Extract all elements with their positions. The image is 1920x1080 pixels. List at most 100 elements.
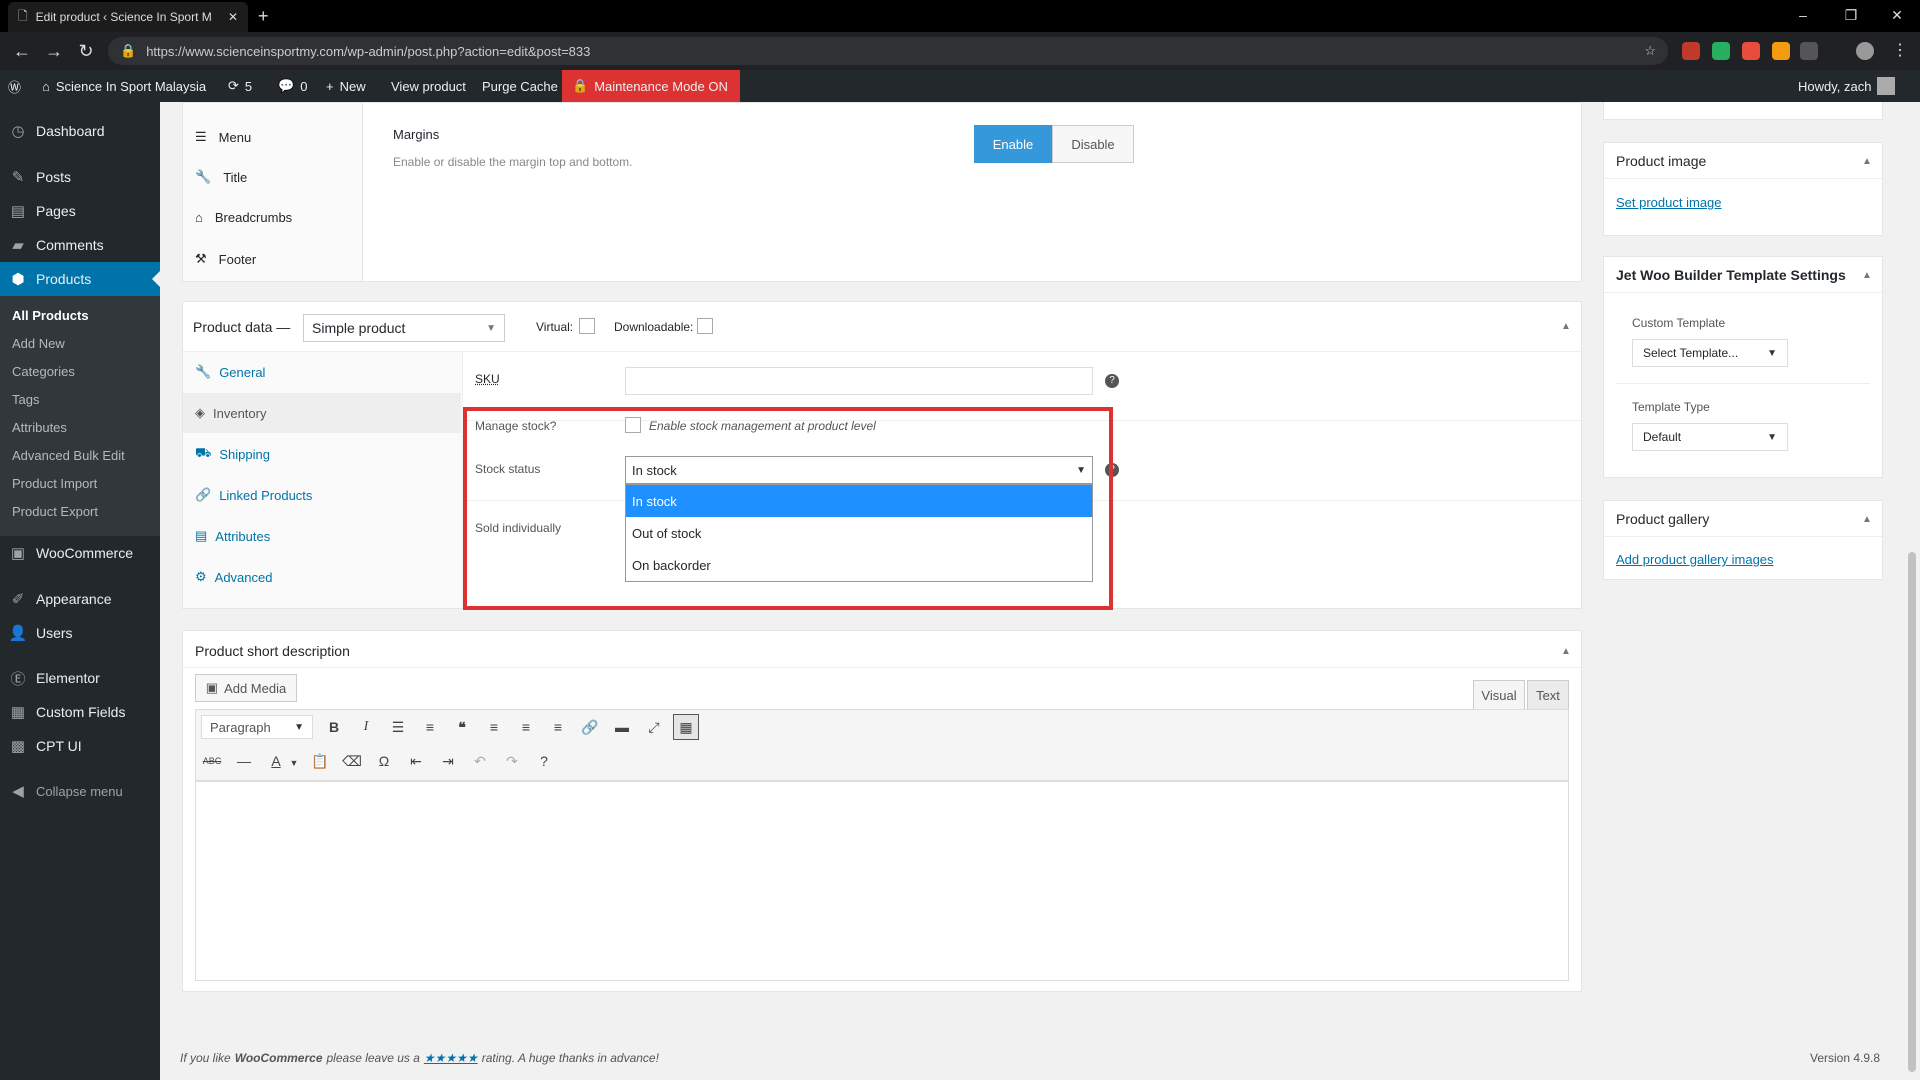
view-product-link[interactable]: View product xyxy=(391,70,466,102)
enable-button[interactable]: Enable xyxy=(974,125,1052,163)
tab-linked-products[interactable]: 🔗 Linked Products xyxy=(183,475,461,515)
collapse-toggle-icon[interactable]: ▲ xyxy=(1561,646,1571,657)
close-tab-icon[interactable]: ✕ xyxy=(228,10,238,24)
browser-tab[interactable]: 🗋 Edit product ‹ Science In Sport M ✕ xyxy=(8,2,248,32)
collapse-toggle-icon[interactable]: ▲ xyxy=(1862,514,1872,525)
virtual-checkbox[interactable] xyxy=(579,318,595,334)
format-select[interactable]: Paragraph ▼ xyxy=(201,715,313,739)
outdent-icon[interactable]: ⇤ xyxy=(403,748,429,774)
collapse-menu[interactable]: ◀ Collapse menu xyxy=(0,774,160,808)
toolbar-toggle-icon[interactable]: ▦ xyxy=(673,714,699,740)
italic-icon[interactable]: I xyxy=(353,714,379,740)
menu-appearance[interactable]: ✐ Appearance xyxy=(0,582,160,616)
align-center-icon[interactable]: ≡ xyxy=(513,714,539,740)
text-tab[interactable]: Text xyxy=(1527,680,1569,710)
submenu-tags[interactable]: Tags xyxy=(12,392,39,407)
submenu-attributes[interactable]: Attributes xyxy=(12,420,67,435)
add-gallery-images-link[interactable]: Add product gallery images xyxy=(1616,552,1774,567)
forward-icon[interactable]: → xyxy=(38,35,70,67)
align-left-icon[interactable]: ≡ xyxy=(481,714,507,740)
align-right-icon[interactable]: ≡ xyxy=(545,714,571,740)
editor-content-area[interactable] xyxy=(195,781,1569,981)
tab-general[interactable]: 🔧 General xyxy=(183,352,461,392)
blockquote-icon[interactable]: ❝ xyxy=(449,714,475,740)
menu-elementor[interactable]: Ⓔ Elementor xyxy=(0,661,160,695)
settings-nav-breadcrumbs[interactable]: ⌂ Breadcrumbs xyxy=(195,210,292,225)
submenu-product-export[interactable]: Product Export xyxy=(12,504,98,519)
clear-formatting-icon[interactable]: ⌫ xyxy=(339,748,365,774)
collapse-toggle-icon[interactable]: ▲ xyxy=(1862,270,1872,281)
collapse-toggle-icon[interactable]: ▲ xyxy=(1561,321,1571,332)
menu-posts[interactable]: ✎ Posts xyxy=(0,160,160,194)
paste-text-icon[interactable]: 📋 xyxy=(307,748,333,774)
submenu-advanced-bulk-edit[interactable]: Advanced Bulk Edit xyxy=(12,448,125,463)
help-icon[interactable]: ? xyxy=(1105,374,1119,388)
special-character-icon[interactable]: Ω xyxy=(371,748,397,774)
address-bar[interactable]: 🔒 https://www.scienceinsportmy.com/wp-ad… xyxy=(108,37,1668,65)
bullet-list-icon[interactable]: ☰ xyxy=(385,714,411,740)
tab-inventory[interactable]: ◈ Inventory xyxy=(183,393,461,433)
tab-attributes[interactable]: ▤ Attributes xyxy=(183,516,461,556)
bookmark-star-icon[interactable]: ☆ xyxy=(1644,43,1656,59)
visual-tab[interactable]: Visual xyxy=(1473,680,1525,710)
fullscreen-icon[interactable]: ⤢ xyxy=(641,714,667,740)
help-icon[interactable]: ? xyxy=(531,748,557,774)
submenu-all-products[interactable]: All Products xyxy=(12,308,89,323)
browser-menu-icon[interactable]: ⋮ xyxy=(1892,40,1908,60)
rating-stars-link[interactable]: ★★★★★ xyxy=(424,1051,478,1065)
new-content-link[interactable]: + New xyxy=(326,70,366,102)
sku-input[interactable] xyxy=(625,367,1093,395)
indent-icon[interactable]: ⇥ xyxy=(435,748,461,774)
settings-nav-title[interactable]: 🔧 Title xyxy=(195,169,247,185)
menu-products[interactable]: ⬢ Products xyxy=(0,262,160,296)
menu-dashboard[interactable]: ◷ Dashboard xyxy=(0,114,160,148)
extension-icon[interactable] xyxy=(1742,42,1760,60)
tab-advanced[interactable]: ⚙ Advanced xyxy=(183,557,461,597)
bold-icon[interactable]: B xyxy=(321,714,347,740)
redo-icon[interactable]: ↷ xyxy=(499,748,525,774)
collapse-toggle-icon[interactable]: ▲ xyxy=(1862,156,1872,167)
chevron-down-icon[interactable]: ▼ xyxy=(281,750,307,776)
extension-icon[interactable] xyxy=(1712,42,1730,60)
minimize-icon[interactable]: – xyxy=(1780,0,1826,30)
read-more-icon[interactable]: ▬ xyxy=(609,714,635,740)
extension-icon[interactable] xyxy=(1772,42,1790,60)
site-name-link[interactable]: ⌂ Science In Sport Malaysia xyxy=(42,70,206,102)
profile-icon[interactable] xyxy=(1856,42,1874,60)
purge-cache-link[interactable]: Purge Cache xyxy=(482,70,558,102)
submenu-categories[interactable]: Categories xyxy=(12,364,75,379)
scrollbar-track[interactable] xyxy=(1904,102,1920,1080)
restore-icon[interactable]: ❐ xyxy=(1828,0,1874,30)
horizontal-line-icon[interactable]: — xyxy=(231,748,257,774)
template-type-select[interactable]: Default ▼ xyxy=(1632,423,1788,451)
menu-custom-fields[interactable]: ▦ Custom Fields xyxy=(0,695,160,729)
wordpress-logo-icon[interactable]: Ⓦ xyxy=(8,70,21,102)
updates-link[interactable]: ⟳ 5 xyxy=(228,70,252,102)
disable-button[interactable]: Disable xyxy=(1052,125,1134,163)
downloadable-checkbox[interactable] xyxy=(697,318,713,334)
add-media-button[interactable]: ▣ Add Media xyxy=(195,674,297,702)
strikethrough-icon[interactable]: ABC xyxy=(199,748,225,774)
set-product-image-link[interactable]: Set product image xyxy=(1616,195,1722,210)
menu-cpt-ui[interactable]: ▩ CPT UI xyxy=(0,729,160,763)
tab-shipping[interactable]: ⛟ Shipping xyxy=(183,434,461,474)
extension-icon[interactable] xyxy=(1800,42,1818,60)
close-window-icon[interactable]: ✕ xyxy=(1874,0,1920,30)
extension-icon[interactable] xyxy=(1682,42,1700,60)
submenu-product-import[interactable]: Product Import xyxy=(12,476,97,491)
custom-template-select[interactable]: Select Template... ▼ xyxy=(1632,339,1788,367)
menu-users[interactable]: 👤 Users xyxy=(0,616,160,650)
link-icon[interactable]: 🔗 xyxy=(577,714,603,740)
settings-nav-footer[interactable]: ⚒ Footer xyxy=(195,251,256,267)
scrollbar-thumb[interactable] xyxy=(1908,552,1916,1072)
menu-comments[interactable]: ▰ Comments xyxy=(0,228,160,262)
reload-icon[interactable]: ↻ xyxy=(70,35,102,67)
numbered-list-icon[interactable]: ≡ xyxy=(417,714,443,740)
new-tab-icon[interactable]: + xyxy=(258,6,269,27)
maintenance-mode-link[interactable]: 🔒 Maintenance Mode ON xyxy=(562,70,740,102)
settings-nav-menu[interactable]: ☰ Menu xyxy=(195,129,251,145)
menu-pages[interactable]: ▤ Pages xyxy=(0,194,160,228)
back-icon[interactable]: ← xyxy=(6,35,38,67)
menu-woocommerce[interactable]: ▣ WooCommerce xyxy=(0,536,160,570)
submenu-add-new[interactable]: Add New xyxy=(12,336,65,351)
